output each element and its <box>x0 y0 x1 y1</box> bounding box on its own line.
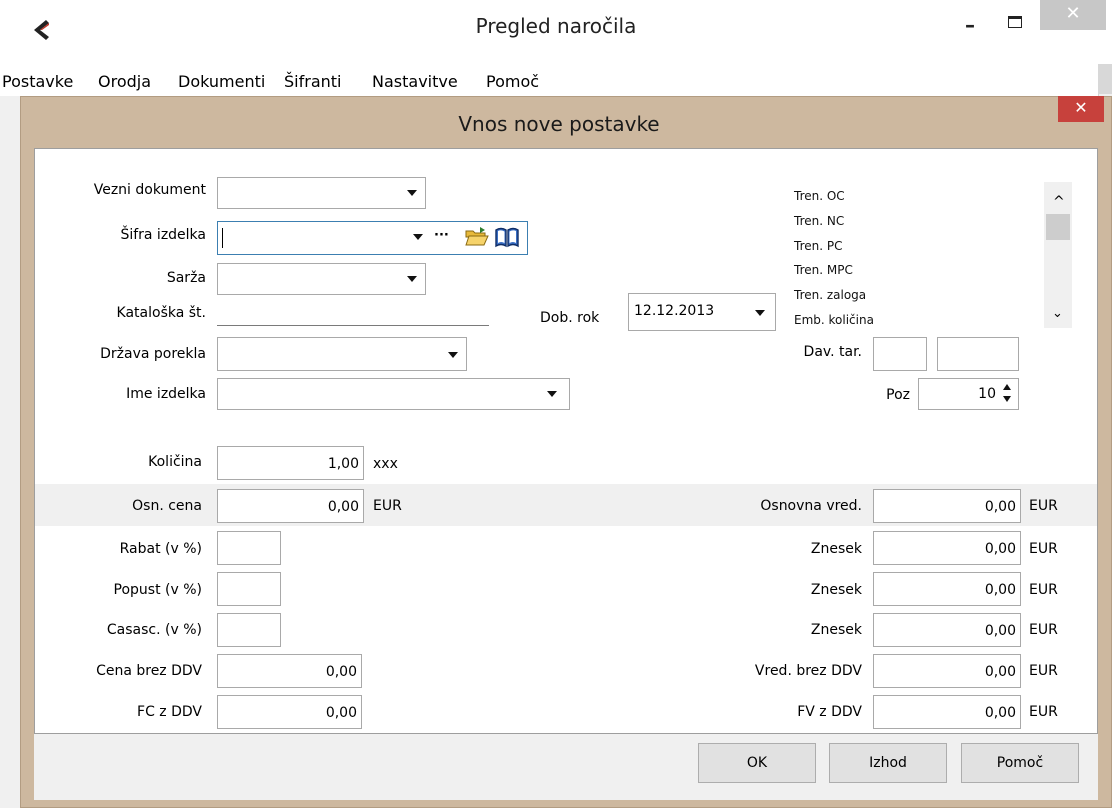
spin-up-icon[interactable] <box>1003 384 1011 390</box>
text-cursor <box>222 228 223 248</box>
ok-button[interactable]: OK <box>698 743 816 783</box>
info-item: Tren. OC <box>794 189 845 203</box>
vezni-dokument-label: Vezni dokument <box>93 182 206 198</box>
chevron-down-icon <box>547 391 557 397</box>
vezni-dokument-combo[interactable] <box>217 177 426 209</box>
outer-left-strip <box>0 96 20 808</box>
info-item: Tren. PC <box>794 239 843 253</box>
fv-z-ddv-field: 0,00 <box>873 695 1021 729</box>
minimize-button[interactable]: – <box>948 10 992 40</box>
kolicina-unit: xxx <box>373 456 398 472</box>
maximize-button[interactable] <box>994 10 1038 40</box>
drzava-label: Država porekla <box>100 346 206 362</box>
rabat-input[interactable] <box>217 531 281 565</box>
znesek-popust-unit: EUR <box>1029 582 1058 598</box>
dav-tar-label: Dav. tar. <box>803 344 862 360</box>
casasc-input[interactable] <box>217 613 281 647</box>
scroll-thumb[interactable] <box>1046 214 1070 240</box>
dialog-title: Vnos nove postavke <box>458 112 660 136</box>
info-list-scrollbar[interactable]: ^ ⌄ <box>1044 182 1072 328</box>
dob-rok-datepicker[interactable]: 12.12.2013 <box>628 293 776 331</box>
kolicina-label: Količina <box>148 454 202 470</box>
menu-nastavitve[interactable]: Nastavitve <box>372 72 458 91</box>
dav-tar-input-2[interactable] <box>937 337 1019 371</box>
vred-brez-ddv-unit: EUR <box>1029 663 1058 679</box>
znesek-rabat-unit: EUR <box>1029 541 1058 557</box>
znesek-casasc-field: 0,00 <box>873 613 1021 647</box>
poz-spinner[interactable]: 10 <box>918 378 1019 410</box>
dav-tar-input-1[interactable] <box>873 337 927 371</box>
scroll-down-icon[interactable]: ⌄ <box>1052 306 1063 321</box>
vred-brez-ddv-label: Vred. brez DDV <box>754 663 862 679</box>
menu-postavke[interactable]: Postavke <box>2 72 73 91</box>
osnovna-vred-field: 0,00 <box>873 489 1021 523</box>
window-close-button[interactable]: ✕ <box>1040 0 1106 30</box>
sarza-combo[interactable] <box>217 263 426 295</box>
znesek-casasc-label: Znesek <box>810 622 862 638</box>
fc-z-ddv-input[interactable]: 0,00 <box>217 695 362 729</box>
osn-cena-unit: EUR <box>373 498 402 514</box>
osnovna-vred-unit: EUR <box>1029 498 1058 514</box>
znesek-casasc-unit: EUR <box>1029 622 1058 638</box>
izhod-button[interactable]: Izhod <box>829 743 947 783</box>
pomoc-button[interactable]: Pomoč <box>961 743 1079 783</box>
window-title: Pregled naročila <box>475 14 637 38</box>
outer-scrollbar-thumb[interactable] <box>1098 64 1112 94</box>
info-item: Tren. NC <box>794 214 845 228</box>
casasc-label: Casasc. (v %) <box>106 622 202 638</box>
info-item: Tren. MPC <box>794 263 853 277</box>
menu-dokumenti[interactable]: Dokumenti <box>178 72 265 91</box>
ime-izdelka-label: Ime izdelka <box>126 386 206 402</box>
chevron-down-icon <box>448 352 458 358</box>
kolicina-input[interactable]: 1,00 <box>217 446 364 480</box>
fv-z-ddv-label: FV z DDV <box>797 704 862 720</box>
osn-cena-input[interactable]: 0,00 <box>217 489 364 523</box>
kataloska-input[interactable] <box>217 325 489 326</box>
cena-brez-ddv-input[interactable]: 0,00 <box>217 654 362 688</box>
fc-z-ddv-label: FC z DDV <box>137 704 202 720</box>
info-item: Tren. zaloga <box>794 288 867 302</box>
poz-label: Poz <box>886 387 910 403</box>
chevron-down-icon <box>407 276 417 282</box>
ime-izdelka-combo[interactable] <box>217 378 570 410</box>
info-item: Emb. količina <box>794 313 874 327</box>
dob-rok-label: Dob. rok <box>540 310 600 326</box>
poz-value: 10 <box>978 386 996 402</box>
chevron-down-icon[interactable] <box>755 310 765 316</box>
osnovna-vred-label: Osnovna vred. <box>760 498 862 514</box>
spin-down-icon[interactable] <box>1003 396 1011 402</box>
vred-brez-ddv-field: 0,00 <box>873 654 1021 688</box>
znesek-popust-field: 0,00 <box>873 572 1021 606</box>
maximize-icon <box>1008 16 1022 28</box>
znesek-rabat-label: Znesek <box>810 541 862 557</box>
znesek-rabat-field: 0,00 <box>873 531 1021 565</box>
ellipsis-button[interactable]: ··· <box>434 228 449 243</box>
book-icon[interactable] <box>494 226 520 248</box>
rabat-label: Rabat (v %) <box>119 541 202 557</box>
znesek-popust-label: Znesek <box>810 582 862 598</box>
osn-cena-label: Osn. cena <box>132 498 202 514</box>
menu-pomoc[interactable]: Pomoč <box>486 72 539 91</box>
menu-orodja[interactable]: Orodja <box>98 72 151 91</box>
dialog-close-button[interactable]: ✕ <box>1058 96 1104 122</box>
kataloska-label: Kataloška št. <box>116 305 206 321</box>
chevron-down-icon <box>407 190 417 196</box>
popust-input[interactable] <box>217 572 281 606</box>
cena-brez-ddv-label: Cena brez DDV <box>96 663 202 679</box>
info-list[interactable]: Tren. OC Tren. NC Tren. PC Tren. MPC Tre… <box>786 182 1076 328</box>
sifra-izdelka-input[interactable]: ··· <box>217 221 528 255</box>
drzava-combo[interactable] <box>217 337 467 371</box>
menubar: Postavke Orodja Dokumenti Šifranti Nasta… <box>0 72 1098 96</box>
sifra-izdelka-label: Šifra izdelka <box>120 227 206 243</box>
fv-z-ddv-unit: EUR <box>1029 704 1058 720</box>
sarza-label: Sarža <box>166 270 206 286</box>
open-folder-icon[interactable] <box>464 225 490 249</box>
chevron-down-icon[interactable] <box>413 234 423 240</box>
scroll-up-icon[interactable]: ^ <box>1053 194 1065 210</box>
menu-sifranti[interactable]: Šifranti <box>284 72 341 91</box>
dob-rok-value: 12.12.2013 <box>634 303 715 319</box>
popust-label: Popust (v %) <box>113 582 202 598</box>
